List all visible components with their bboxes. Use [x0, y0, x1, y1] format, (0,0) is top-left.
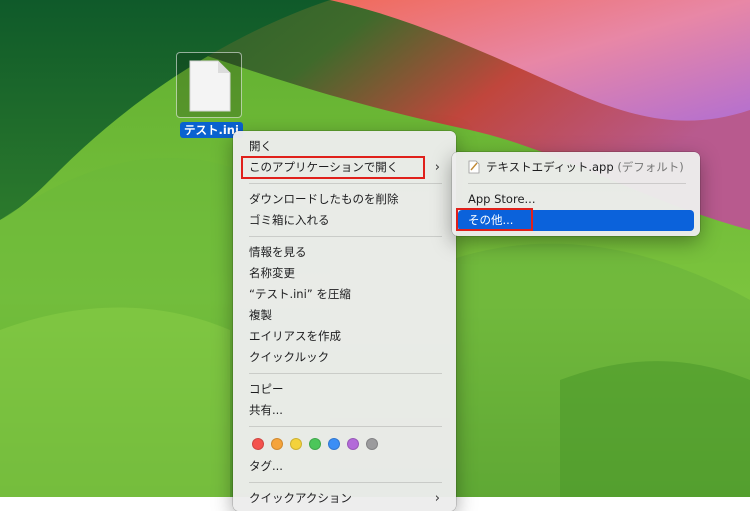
menu-item-copy[interactable]: コピー	[239, 379, 450, 400]
tag-orange-dot[interactable]	[271, 438, 283, 450]
menu-item-label: 情報を見る	[249, 245, 307, 259]
tag-purple-dot[interactable]	[347, 438, 359, 450]
menu-item-duplicate[interactable]: 複製	[239, 305, 450, 326]
menu-item-delete-download[interactable]: ダウンロードしたものを削除	[239, 189, 450, 210]
menu-item-label: 開く	[249, 139, 272, 153]
chevron-right-icon: ›	[434, 491, 440, 506]
menu-item-compress[interactable]: “テスト.ini” を圧縮	[239, 284, 450, 305]
menu-item-label: ゴミ箱に入れる	[249, 213, 330, 227]
document-icon	[189, 60, 231, 112]
context-menu: 開く このアプリケーションで開く › ダウンロードしたものを削除 ゴミ箱に入れる…	[233, 131, 456, 511]
menu-item-quick-actions[interactable]: クイックアクション ›	[239, 488, 450, 509]
menu-item-share[interactable]: 共有...	[239, 400, 450, 421]
menu-item-rename[interactable]: 名称変更	[239, 263, 450, 284]
tag-gray-dot[interactable]	[366, 438, 378, 450]
tag-color-row	[239, 432, 450, 456]
menu-item-label: エイリアスを作成	[249, 329, 341, 343]
submenu-item-other[interactable]: その他...	[458, 210, 694, 231]
tag-yellow-dot[interactable]	[290, 438, 302, 450]
menu-item-label: 名称変更	[249, 266, 295, 280]
menu-item-open-with[interactable]: このアプリケーションで開く ›	[239, 157, 450, 178]
menu-item-move-to-trash[interactable]: ゴミ箱に入れる	[239, 210, 450, 231]
menu-item-label: 複製	[249, 308, 272, 322]
menu-item-label: コピー	[249, 382, 284, 396]
tag-blue-dot[interactable]	[328, 438, 340, 450]
chevron-right-icon: ›	[434, 160, 440, 175]
submenu-item-label: テキストエディット.app	[486, 160, 614, 174]
menu-item-make-alias[interactable]: エイリアスを作成	[239, 326, 450, 347]
submenu-item-textedit[interactable]: テキストエディット.app (デフォルト)	[458, 157, 694, 178]
menu-item-label: ダウンロードしたものを削除	[249, 192, 399, 206]
default-suffix: (デフォルト)	[617, 160, 684, 174]
menu-item-label: 共有...	[249, 403, 283, 417]
menu-item-quick-look[interactable]: クイックルック	[239, 347, 450, 368]
tag-red-dot[interactable]	[252, 438, 264, 450]
submenu-item-label: その他...	[468, 213, 514, 227]
menu-separator	[249, 482, 442, 483]
open-with-submenu: テキストエディット.app (デフォルト) App Store... その他..…	[452, 152, 700, 236]
menu-item-get-info[interactable]: 情報を見る	[239, 242, 450, 263]
menu-item-label: クイックルック	[249, 350, 330, 364]
menu-separator	[249, 373, 442, 374]
textedit-icon	[468, 160, 480, 174]
menu-item-label: タグ...	[249, 459, 283, 473]
file-icon-selected[interactable]	[176, 52, 242, 118]
menu-item-tags[interactable]: タグ...	[239, 456, 450, 477]
menu-item-label: “テスト.ini” を圧縮	[249, 287, 351, 301]
menu-separator	[249, 183, 442, 184]
menu-item-label: このアプリケーションで開く	[249, 160, 399, 174]
menu-separator	[249, 236, 442, 237]
tag-green-dot[interactable]	[309, 438, 321, 450]
menu-separator	[468, 183, 686, 184]
menu-separator	[249, 426, 442, 427]
menu-item-label: クイックアクション	[249, 491, 352, 505]
submenu-item-app-store[interactable]: App Store...	[458, 189, 694, 210]
menu-item-open[interactable]: 開く	[239, 136, 450, 157]
submenu-item-label: App Store...	[468, 192, 536, 206]
